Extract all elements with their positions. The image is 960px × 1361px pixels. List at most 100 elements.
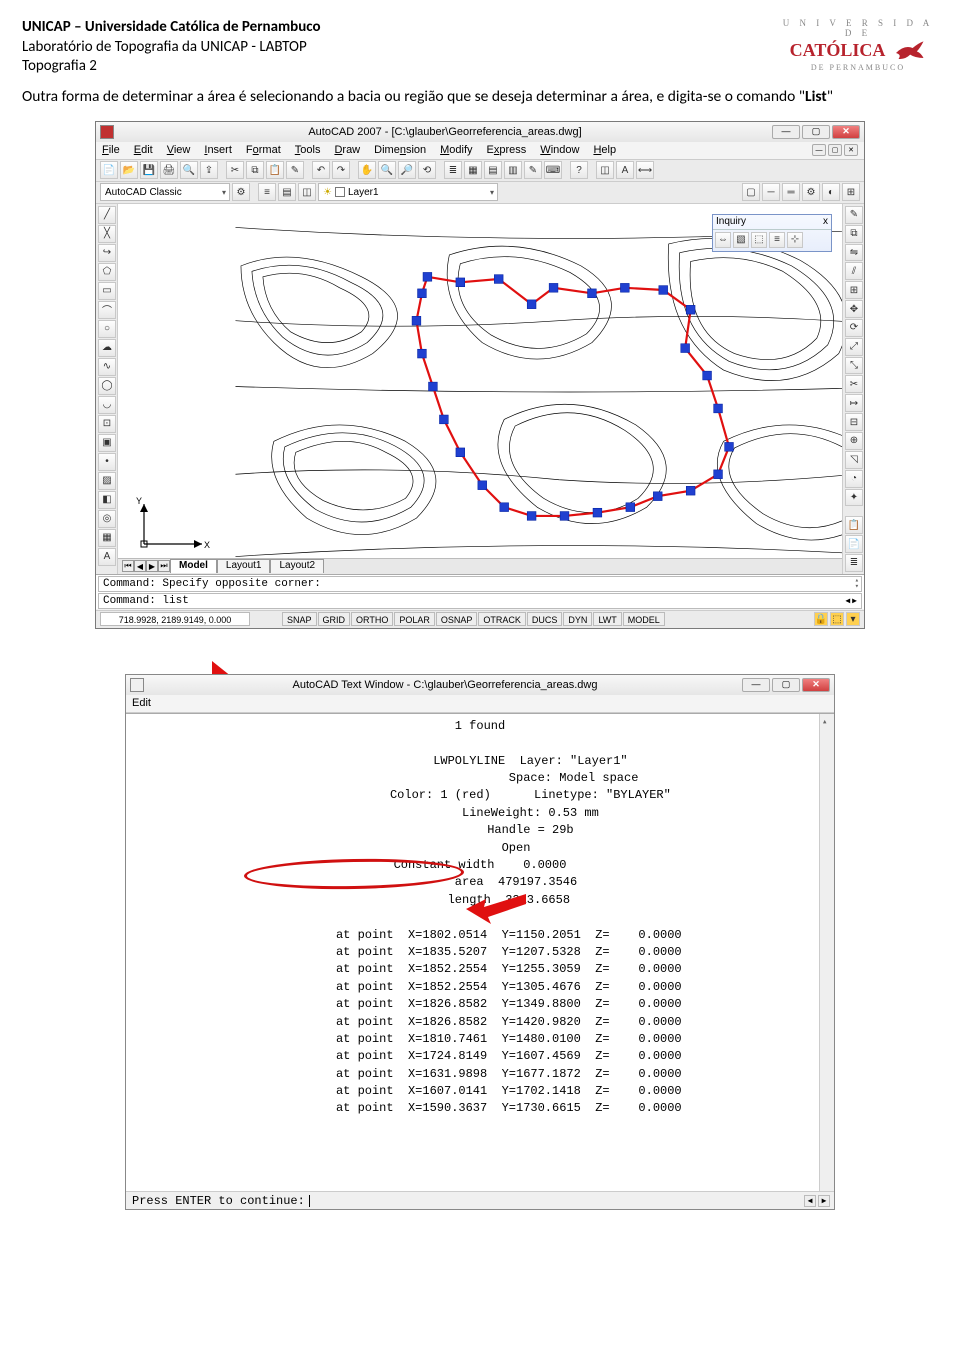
tab-layout2[interactable]: Layout2	[270, 559, 324, 573]
layer-filter-icon[interactable]: ▤	[278, 183, 296, 201]
status-ortho[interactable]: ORTHO	[351, 612, 393, 626]
scale-icon[interactable]: ⤢	[845, 338, 863, 356]
join-icon[interactable]: ⊕	[845, 432, 863, 450]
menu-tools[interactable]: Tools	[295, 144, 321, 156]
mirror-icon[interactable]: ⇋	[845, 244, 863, 262]
tw-menu-edit[interactable]: Edit	[132, 697, 151, 709]
open-icon[interactable]: 📂	[120, 161, 138, 179]
markup-icon[interactable]: ✎	[524, 161, 542, 179]
mdi-restore[interactable]: ▢	[828, 144, 842, 156]
ws-save-icon[interactable]: ⚙	[232, 183, 250, 201]
tray-lock-icon[interactable]: 🔒	[814, 612, 828, 626]
status-lwt[interactable]: LWT	[593, 612, 621, 626]
prop-lw-icon[interactable]: ═	[782, 183, 800, 201]
rect-icon[interactable]: ▭	[98, 282, 116, 300]
undo-icon[interactable]: ↶	[312, 161, 330, 179]
properties-icon[interactable]: ≣	[444, 161, 462, 179]
array-icon[interactable]: ⊞	[845, 281, 863, 299]
help-icon[interactable]: ?	[570, 161, 588, 179]
id-icon[interactable]: ⊹	[787, 232, 803, 248]
drawing-canvas[interactable]: X Y Inquiry x ⇔ ▧	[118, 204, 842, 574]
workspace-dropdown[interactable]: AutoCAD Classic	[100, 183, 230, 201]
tab-nav-last[interactable]: ⏭	[158, 560, 170, 572]
matchprop-icon[interactable]: ✎	[286, 161, 304, 179]
zoom-win-icon[interactable]: 🔎	[398, 161, 416, 179]
inquiry-close-icon[interactable]: x	[823, 216, 828, 227]
render-icon[interactable]: ◐	[822, 183, 840, 201]
region-icon[interactable]: ◎	[98, 510, 116, 528]
menu-help[interactable]: Help	[593, 144, 616, 156]
publish-icon[interactable]: ⇪	[200, 161, 218, 179]
maximize-button[interactable]: ▢	[802, 125, 830, 139]
tool-pal-icon[interactable]: ▤	[484, 161, 502, 179]
paste-icon[interactable]: 📋	[266, 161, 284, 179]
tw-minimize-button[interactable]: —	[742, 678, 770, 692]
plot-icon[interactable]: 🖨	[160, 161, 178, 179]
rotate-icon[interactable]: ⟳	[845, 319, 863, 337]
tab-nav-first[interactable]: ⏮	[122, 560, 134, 572]
gear-icon[interactable]: ⚙	[802, 183, 820, 201]
menu-file[interactable]: File	[102, 144, 120, 156]
makeblock-icon[interactable]: ▣	[98, 434, 116, 452]
arc-icon[interactable]: ⌒	[98, 301, 116, 319]
mdi-minimize[interactable]: —	[812, 144, 826, 156]
mtext-icon[interactable]: A	[98, 548, 116, 566]
layer-dropdown[interactable]: ☀ Layer1	[318, 183, 498, 201]
move-icon[interactable]: ✥	[845, 300, 863, 318]
status-model[interactable]: MODEL	[623, 612, 665, 626]
point-icon[interactable]: •	[98, 453, 116, 471]
zoom-rt-icon[interactable]: 🔍	[378, 161, 396, 179]
status-grid[interactable]: GRID	[318, 612, 351, 626]
explode-icon[interactable]: ✦	[845, 489, 863, 507]
tab-model[interactable]: Model	[170, 559, 217, 573]
tw-hscroll-left[interactable]: ◀	[804, 1195, 816, 1207]
xline-icon[interactable]: ╳	[98, 225, 116, 243]
prop-color-icon[interactable]: ▢	[742, 183, 760, 201]
pline-icon[interactable]: ↪	[98, 244, 116, 262]
tw-maximize-button[interactable]: ▢	[772, 678, 800, 692]
hatch-icon[interactable]: ▨	[98, 472, 116, 490]
menu-format[interactable]: Format	[246, 144, 281, 156]
menu-edit[interactable]: Edit	[134, 144, 153, 156]
tab-nav-prev[interactable]: ◀	[134, 560, 146, 572]
list-icon[interactable]: ≡	[769, 232, 785, 248]
tab-nav-next[interactable]: ▶	[146, 560, 158, 572]
distance-icon[interactable]: ⇔	[715, 232, 731, 248]
tray-full-icon[interactable]: ⬚	[830, 612, 844, 626]
ellipse-icon[interactable]: ◯	[98, 377, 116, 395]
gradient-icon[interactable]: ◧	[98, 491, 116, 509]
ucs-icon[interactable]: ⊞	[842, 183, 860, 201]
ellipsearc-icon[interactable]: ◡	[98, 396, 116, 414]
revcloud-icon[interactable]: ☁	[98, 339, 116, 357]
block-icon[interactable]: ◫	[596, 161, 614, 179]
qcalc-icon[interactable]: ⌨	[544, 161, 562, 179]
inquiry-toolbar[interactable]: Inquiry x ⇔ ▧ ⬚ ≡ ⊹	[712, 214, 832, 252]
menu-modify[interactable]: Modify	[440, 144, 472, 156]
table-icon[interactable]: ▦	[98, 529, 116, 547]
redo-icon[interactable]: ↷	[332, 161, 350, 179]
fillet-icon[interactable]: ◔	[845, 470, 863, 488]
status-osnap[interactable]: OSNAP	[436, 612, 478, 626]
layer-state-icon[interactable]: ◫	[298, 183, 316, 201]
minimize-button[interactable]: —	[772, 125, 800, 139]
copy-icon[interactable]: ⧉	[246, 161, 264, 179]
pan-icon[interactable]: ✋	[358, 161, 376, 179]
status-ducs[interactable]: DUCS	[527, 612, 563, 626]
textwin-footer[interactable]: Press ENTER to continue: ◀▶	[126, 1191, 834, 1209]
menu-express[interactable]: Express	[487, 144, 527, 156]
break-icon[interactable]: ⊟	[845, 413, 863, 431]
menu-draw[interactable]: Draw	[334, 144, 360, 156]
cut-icon[interactable]: ✂	[226, 161, 244, 179]
pasteclip-icon[interactable]: 📄	[845, 535, 863, 553]
new-icon[interactable]: 📄	[100, 161, 118, 179]
tray-chevron-icon[interactable]: ▾	[846, 612, 860, 626]
line-icon[interactable]: ╱	[98, 206, 116, 224]
status-polar[interactable]: POLAR	[394, 612, 435, 626]
polygon-icon[interactable]: ⬠	[98, 263, 116, 281]
zoom-prev-icon[interactable]: ⟲	[418, 161, 436, 179]
area-icon[interactable]: ▧	[733, 232, 749, 248]
text-icon[interactable]: A	[616, 161, 634, 179]
status-snap[interactable]: SNAP	[282, 612, 317, 626]
status-otrack[interactable]: OTRACK	[478, 612, 526, 626]
command-input-line[interactable]: Command: list ◀▶	[98, 593, 862, 609]
